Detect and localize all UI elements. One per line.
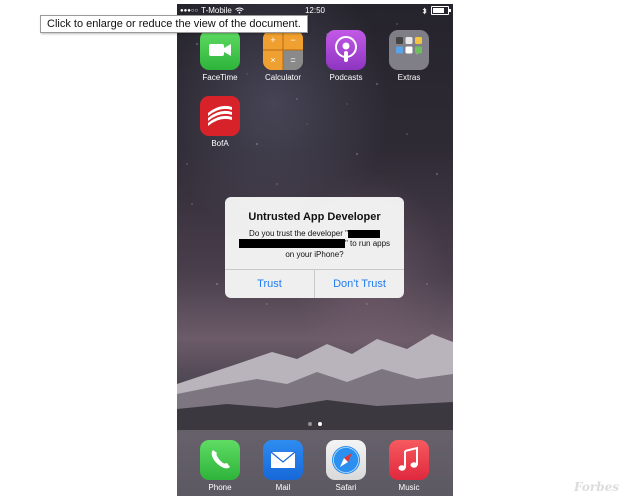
dock-app-safari[interactable]: Safari (321, 440, 371, 492)
phone-screen: ●●●○○ T-Mobile 12:50 FaceTime + − × = Ca… (177, 4, 453, 496)
untrusted-developer-alert: Untrusted App Developer Do you trust the… (225, 197, 404, 298)
music-icon (389, 440, 429, 480)
svg-text:×: × (270, 55, 275, 65)
dock-app-phone[interactable]: Phone (195, 440, 245, 492)
dont-trust-button[interactable]: Don't Trust (315, 270, 404, 298)
app-label: Music (398, 483, 420, 492)
svg-text:+: + (270, 35, 275, 45)
page-dot-active (318, 422, 322, 426)
app-facetime[interactable]: FaceTime (195, 30, 245, 82)
app-label: Calculator (264, 73, 301, 82)
zoom-tooltip: Click to enlarge or reduce the view of t… (40, 15, 308, 33)
page-dot (308, 422, 312, 426)
status-time: 12:50 (304, 6, 326, 15)
battery-icon (431, 6, 451, 15)
alert-message-line2: " to run apps (225, 239, 404, 249)
app-label: Phone (208, 483, 232, 492)
podcasts-icon (326, 30, 366, 70)
page: ●●●○○ T-Mobile 12:50 FaceTime + − × = Ca… (0, 0, 627, 500)
app-label: Safari (335, 483, 357, 492)
forbes-watermark: Forbes (574, 480, 619, 494)
trust-button[interactable]: Trust (225, 270, 314, 298)
app-label: Podcasts (329, 73, 363, 82)
redacted-developer-name-cont (238, 239, 345, 249)
mail-icon (263, 440, 303, 480)
dock-app-music[interactable]: Music (384, 440, 434, 492)
folder-icon (389, 30, 429, 70)
alert-message-line3: on your iPhone? (285, 250, 344, 259)
app-podcasts[interactable]: Podcasts (321, 30, 371, 82)
app-label: BofA (211, 139, 229, 148)
phone-icon (200, 440, 240, 480)
app-bofa[interactable]: BofA (195, 96, 245, 148)
alert-message-text: Do you trust the developer " (249, 229, 348, 238)
app-extras-folder[interactable]: Extras (384, 30, 434, 82)
bluetooth-icon (422, 7, 427, 14)
svg-text:=: = (290, 55, 295, 65)
svg-text:−: − (290, 35, 295, 45)
redacted-developer-name (347, 229, 380, 238)
app-label: FaceTime (202, 73, 238, 82)
wallpaper-mountain (177, 334, 453, 434)
bofa-icon (200, 96, 240, 136)
app-label: Extras (397, 73, 421, 82)
battery-level (433, 8, 444, 13)
dock-app-mail[interactable]: Mail (258, 440, 308, 492)
alert-message-line1: Do you trust the developer " (225, 229, 404, 238)
alert-message-text: " to run apps (344, 239, 391, 248)
status-right (422, 6, 451, 15)
facetime-icon (200, 30, 240, 70)
app-calculator[interactable]: + − × = Calculator (258, 30, 308, 82)
safari-icon (326, 440, 366, 480)
app-label: Mail (275, 483, 291, 492)
dock: Phone Mail Safari Music (177, 430, 453, 496)
alert-title: Untrusted App Developer (248, 211, 381, 223)
calculator-icon: + − × = (263, 30, 303, 70)
page-indicator[interactable] (177, 422, 453, 426)
